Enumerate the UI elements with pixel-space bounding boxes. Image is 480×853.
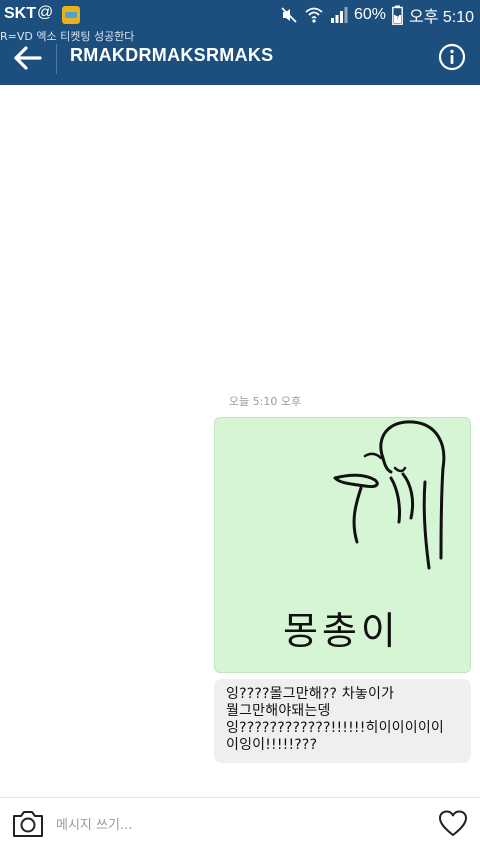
image-message[interactable]: 몽총이 [214, 417, 471, 673]
message-line: 잉????????????!!!!!!히이이이이이 [226, 720, 445, 736]
chat-title: RMAKDRMAKSRMAKS [70, 45, 274, 65]
message-line: 이잉이!!!!!??? [226, 737, 318, 753]
info-button[interactable] [438, 43, 466, 71]
camera-button[interactable] [11, 808, 45, 840]
back-arrow-icon [14, 46, 42, 70]
clock: 오후 5:10 [408, 9, 474, 26]
mute-icon [280, 6, 298, 24]
message-line: 잉????몰그만해?? 차놓이가 [226, 686, 395, 702]
message-bubble[interactable]: 잉????몰그만해?? 차놓이가 뭘그만해야돼는뎅 잉????????????!… [214, 679, 471, 763]
back-button[interactable] [10, 40, 46, 76]
battery-icon [392, 5, 403, 25]
header-divider [56, 44, 57, 74]
signal-icon [330, 6, 348, 24]
message-timestamp: 오늘 5:10 오후 [228, 395, 302, 408]
app-notification-icon [62, 6, 80, 24]
message-line: 뭘그만해야돼는뎅 [226, 703, 331, 719]
info-icon [438, 43, 466, 71]
camera-icon [13, 811, 43, 837]
heart-icon [439, 810, 467, 836]
composer-divider [0, 797, 480, 798]
image-caption: 몽총이 [283, 609, 400, 653]
carrier-label: SKT [4, 5, 36, 22]
status-bar: SKT @ 60% 오후 5:10 [0, 0, 480, 30]
at-indicator: @ [37, 4, 54, 21]
like-button[interactable] [438, 809, 468, 839]
message-input[interactable] [56, 812, 416, 838]
battery-percent: 60% [353, 6, 386, 23]
status-ticker: R=VD 엑소 티켓팅 성공한다 [0, 30, 135, 43]
wifi-icon [304, 6, 324, 24]
